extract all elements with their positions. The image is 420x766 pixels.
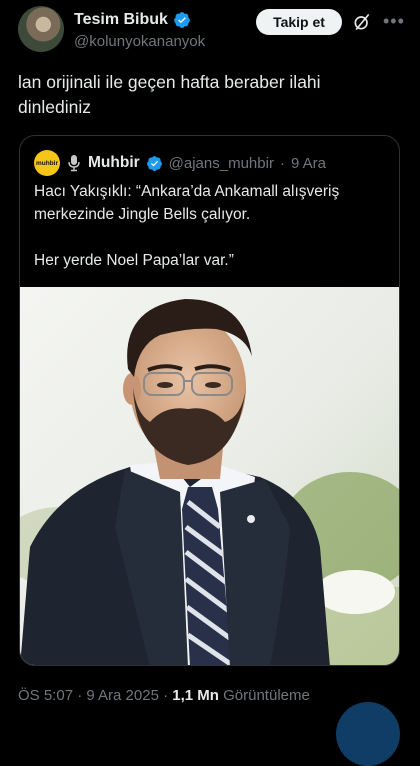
microphone-icon (68, 155, 80, 172)
views-label: Görüntüleme (218, 687, 310, 704)
quote-paragraph: Her yerde Noel Papa’lar var.” (34, 252, 234, 269)
author-name[interactable]: Tesim Bibuk (74, 11, 168, 29)
quote-photo[interactable] (20, 287, 399, 665)
more-options-icon[interactable]: ••• (383, 12, 404, 32)
tweet-footer: ÖS 5:07 · 9 Ara 2025 · 1,1 Mn Görüntülem… (18, 687, 310, 704)
follow-button[interactable]: Takip et (256, 9, 342, 35)
verified-badge-icon (174, 12, 190, 28)
compose-button[interactable] (336, 702, 400, 766)
author-avatar[interactable] (18, 6, 64, 52)
quote-avatar[interactable]: muhbir (34, 150, 60, 176)
meta-separator: · (279, 154, 285, 172)
quote-text: Hacı Yakışıklı: “Ankara’da Ankamall alış… (34, 180, 389, 272)
quote-author-name[interactable]: Muhbir (88, 154, 140, 172)
author-handle[interactable]: @kolunyokananyok (74, 33, 205, 50)
verified-badge-icon (146, 155, 162, 171)
man-in-suit-photo (20, 287, 399, 665)
tweet-header: Tesim Bibuk @kolunyokananyok Takip et ••… (0, 0, 420, 60)
quote-paragraph: Hacı Yakışıklı: “Ankara’da Ankamall alış… (34, 183, 340, 223)
tweet-text: lan orijinali ile geçen hafta beraber il… (18, 72, 321, 117)
author-name-row: Tesim Bibuk (74, 11, 191, 29)
quote-date[interactable]: 9 Ara (291, 155, 326, 172)
quote-author-handle[interactable]: @ajans_muhbir (169, 155, 274, 172)
grok-icon[interactable] (352, 12, 372, 32)
quoted-tweet[interactable]: muhbir Muhbir @ajans_muhbir · 9 Ara Hacı… (19, 135, 400, 666)
quote-header: muhbir Muhbir @ajans_muhbir · 9 Ara (34, 150, 326, 176)
timestamp[interactable]: ÖS 5:07 · 9 Ara 2025 · (18, 687, 172, 704)
view-count: 1,1 Mn (172, 687, 219, 704)
